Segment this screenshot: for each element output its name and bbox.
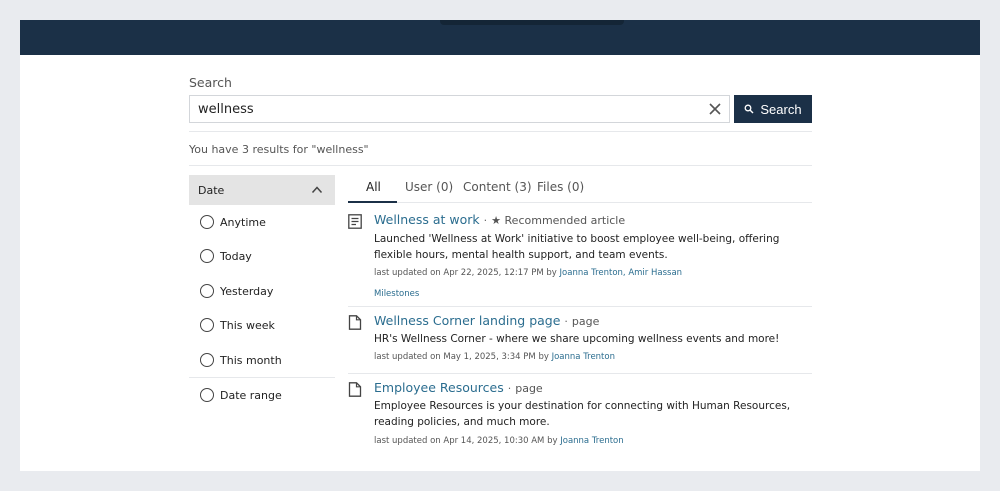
result-title-link[interactable]: Employee Resources	[374, 380, 504, 395]
date-option-label: Anytime	[220, 215, 266, 229]
divider	[189, 165, 812, 166]
radio-button[interactable]	[200, 215, 214, 229]
tab-content[interactable]: Content (3)	[463, 180, 532, 194]
radio-button[interactable]	[200, 318, 214, 332]
radio-button[interactable]	[200, 284, 214, 298]
search-button[interactable]: Search	[734, 95, 812, 123]
search-field[interactable]	[189, 95, 730, 123]
result-title-line: Wellness at work · ★ Recommended article	[374, 212, 625, 227]
radio-button[interactable]	[200, 388, 214, 402]
top-navigation-bar	[20, 20, 980, 55]
result-meta: last updated on May 1, 2025, 3:34 PM by …	[374, 352, 615, 362]
result-meta: last updated on Apr 22, 2025, 12:17 PM b…	[374, 268, 682, 278]
date-option-label: This week	[220, 318, 275, 332]
result-description: HR's Wellness Corner - where we share up…	[374, 333, 780, 345]
date-option-label: This month	[220, 353, 282, 367]
result-separator: ·	[483, 214, 488, 227]
search-input[interactable]	[190, 96, 690, 122]
tab-files[interactable]: Files (0)	[537, 180, 584, 194]
result-type: ★ Recommended article	[491, 214, 626, 227]
result-description: Employee Resources is your destination f…	[374, 400, 791, 428]
date-option-label: Date range	[220, 388, 282, 402]
date-filter-option[interactable]: Date range	[200, 388, 282, 402]
clear-icon[interactable]	[707, 101, 723, 117]
date-option-label: Yesterday	[220, 284, 274, 298]
result-description: Launched 'Wellness at Work' initiative t…	[374, 233, 780, 261]
result-title-line: Wellness Corner landing page · page	[374, 313, 599, 328]
date-filter-option[interactable]: This week	[200, 318, 275, 332]
result-title-line: Employee Resources · page	[374, 380, 543, 395]
divider	[397, 202, 812, 203]
divider	[348, 373, 812, 374]
author-link[interactable]: Joanna Trenton, Amir Hassan	[560, 268, 683, 278]
meta-by: by	[546, 268, 557, 278]
topbar-tab-indicator	[440, 20, 624, 25]
result-type: page	[571, 315, 600, 328]
divider	[189, 377, 335, 378]
tab-user[interactable]: User (0)	[405, 180, 453, 194]
author-link[interactable]: Joanna Trenton	[560, 436, 623, 446]
result-meta: last updated on Apr 14, 2025, 10:30 AM b…	[374, 436, 624, 446]
result-type: page	[515, 382, 543, 395]
search-result: Wellness Corner landing page · page HR's W…	[348, 313, 812, 363]
search-button-label: Search	[760, 101, 802, 117]
page-icon	[348, 382, 362, 397]
date-filter-option[interactable]: Today	[200, 249, 252, 263]
chevron-up-icon	[311, 186, 323, 194]
search-result: Employee Resources · page Employee Resourc…	[348, 380, 812, 450]
date-filter-option[interactable]: Anytime	[200, 215, 266, 229]
meta-by: by	[547, 436, 558, 446]
result-title-link[interactable]: Wellness Corner landing page	[374, 313, 560, 328]
meta-date: Apr 22, 2025, 12:17 PM	[443, 268, 544, 278]
meta-prefix: last updated on	[374, 268, 441, 278]
search-label: Search	[189, 75, 232, 90]
radio-button[interactable]	[200, 249, 214, 263]
article-icon	[348, 214, 362, 229]
page-icon	[348, 315, 362, 330]
result-tag-link[interactable]: Milestones	[374, 289, 419, 299]
tab-all[interactable]: All	[366, 180, 381, 194]
meta-date: May 1, 2025, 3:34 PM	[443, 352, 536, 362]
result-title-link[interactable]: Wellness at work	[374, 212, 480, 227]
radio-button[interactable]	[200, 353, 214, 367]
divider	[189, 131, 812, 132]
search-result: Wellness at work · ★ Recommended article L…	[348, 212, 812, 302]
result-separator: ·	[507, 382, 512, 395]
meta-by: by	[538, 352, 549, 362]
results-summary: You have 3 results for "wellness"	[189, 143, 369, 156]
meta-prefix: last updated on	[374, 436, 441, 446]
divider	[348, 306, 812, 307]
meta-prefix: last updated on	[374, 352, 441, 362]
search-icon	[744, 104, 754, 114]
date-filter-option[interactable]: This month	[200, 353, 282, 367]
date-filter-header[interactable]: Date	[189, 175, 335, 205]
author-link[interactable]: Joanna Trenton	[552, 352, 615, 362]
date-option-label: Today	[220, 249, 252, 263]
app-frame: Search Search You have 3 results for "we…	[20, 20, 980, 471]
date-filter-title: Date	[198, 183, 225, 197]
result-separator: ·	[564, 315, 568, 328]
date-filter-option[interactable]: Yesterday	[200, 284, 273, 298]
active-tab-indicator	[348, 201, 397, 203]
meta-date: Apr 14, 2025, 10:30 AM	[443, 436, 545, 446]
